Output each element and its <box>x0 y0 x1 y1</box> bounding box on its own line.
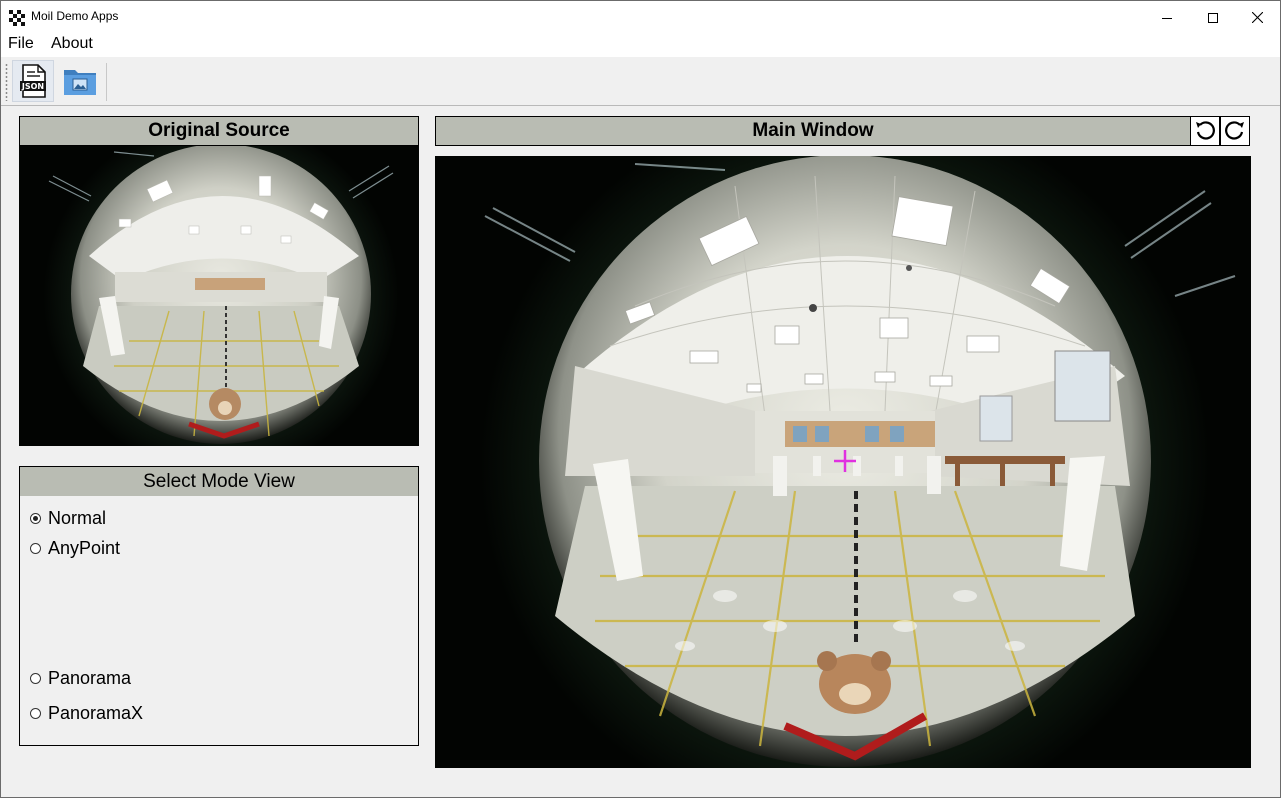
menu-file[interactable]: File <box>8 35 34 53</box>
fisheye-main-view <box>435 156 1251 768</box>
window-title: Moil Demo Apps <box>31 9 119 23</box>
close-button[interactable] <box>1234 2 1280 33</box>
rotate-right-button[interactable] <box>1220 116 1250 146</box>
load-json-button[interactable]: JSON <box>12 60 54 102</box>
main-window-header: Main Window <box>435 116 1191 146</box>
mode-anypoint-label: AnyPoint <box>48 538 121 558</box>
original-source-image[interactable] <box>19 146 419 446</box>
image-folder-icon <box>64 70 96 95</box>
mode-panorama-radio[interactable]: Panorama <box>30 668 131 689</box>
mode-view-title: Select Mode View <box>143 470 295 492</box>
maximize-button[interactable] <box>1190 2 1236 33</box>
rotate-left-button[interactable] <box>1190 116 1220 146</box>
toolbar-grip[interactable] <box>5 63 8 101</box>
radio-icon <box>30 673 41 684</box>
open-image-button[interactable] <box>59 60 101 102</box>
main-window-image[interactable] <box>435 156 1251 768</box>
rotate-right-icon <box>1225 121 1244 140</box>
radio-selected-icon <box>30 513 41 524</box>
mode-view-header: Select Mode View <box>19 466 419 497</box>
maximize-icon <box>1208 12 1218 23</box>
mode-panoramax-radio[interactable]: PanoramaX <box>30 703 143 724</box>
main-window-title: Main Window <box>752 120 874 141</box>
close-icon <box>1251 12 1263 23</box>
mode-anypoint-radio[interactable]: AnyPoint <box>30 538 120 559</box>
rotate-left-icon <box>1196 121 1215 140</box>
original-source-title: Original Source <box>148 120 290 141</box>
menu-bar: File About <box>1 32 1280 57</box>
radio-icon <box>30 543 41 554</box>
mode-panorama-label: Panorama <box>48 668 132 688</box>
mode-normal-radio[interactable]: Normal <box>30 508 106 529</box>
app-checker-icon <box>9 10 25 26</box>
mode-panoramax-label: PanoramaX <box>48 703 144 723</box>
title-bar: Moil Demo Apps <box>1 1 1280 32</box>
json-icon-label: JSON <box>21 82 44 91</box>
mode-view-box: Normal AnyPoint Panorama PanoramaX <box>19 496 419 746</box>
json-file-icon: JSON <box>20 64 46 98</box>
original-source-header: Original Source <box>19 116 419 146</box>
radio-icon <box>30 708 41 719</box>
menu-about[interactable]: About <box>51 35 93 53</box>
minimize-button[interactable] <box>1144 2 1190 33</box>
toolbar-separator <box>106 63 107 101</box>
fisheye-thumbnail <box>19 146 419 446</box>
mode-normal-label: Normal <box>48 508 107 528</box>
toolbar: JSON <box>1 57 1280 106</box>
minimize-icon <box>1162 17 1172 19</box>
